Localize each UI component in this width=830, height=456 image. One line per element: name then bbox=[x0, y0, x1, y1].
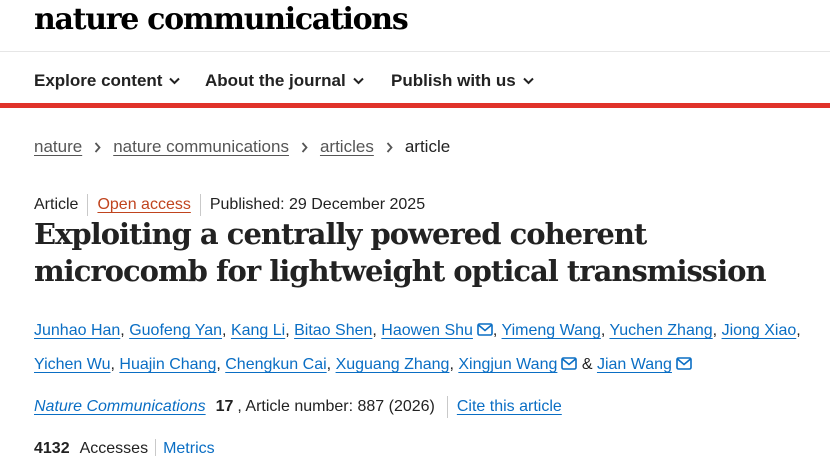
site-logo[interactable]: nature communications bbox=[34, 2, 409, 38]
author-separator: , bbox=[796, 322, 801, 339]
author-link[interactable]: Haowen Shu bbox=[381, 322, 473, 339]
breadcrumb: nature nature communications articles ar… bbox=[34, 136, 450, 158]
cite-this-article-link[interactable]: Cite this article bbox=[457, 396, 562, 418]
author-separator: , bbox=[372, 322, 377, 339]
author-separator: , bbox=[492, 322, 498, 339]
nav-label: About the journal bbox=[205, 71, 346, 90]
divider bbox=[87, 194, 89, 216]
open-access-link[interactable]: Open access bbox=[97, 194, 190, 216]
article-number: , Article number: 887 (2026) bbox=[237, 398, 435, 415]
metrics-link[interactable]: Metrics bbox=[163, 438, 215, 456]
author-link[interactable]: Xingjun Wang bbox=[458, 356, 557, 373]
envelope-icon[interactable] bbox=[561, 357, 578, 370]
chevron-right-icon bbox=[94, 141, 101, 153]
author-list: Junhao Han, Guofeng Yan, Kang Li, Bitao … bbox=[34, 314, 824, 382]
author-link[interactable]: Yichen Wu bbox=[34, 356, 110, 373]
chevron-down-icon bbox=[522, 77, 534, 85]
divider bbox=[446, 396, 448, 418]
article-type: Article bbox=[34, 196, 79, 213]
author-separator: , bbox=[712, 322, 718, 339]
breadcrumb-link-articles[interactable]: articles bbox=[320, 136, 374, 158]
author-link[interactable]: Chengkun Cai bbox=[225, 356, 326, 373]
nav-label: Explore content bbox=[34, 71, 163, 90]
chevron-right-icon bbox=[301, 141, 308, 153]
divider bbox=[199, 194, 201, 216]
nav-publish-with-us[interactable]: Publish with us bbox=[391, 70, 534, 92]
author-separator: , bbox=[222, 322, 227, 339]
envelope-icon[interactable] bbox=[676, 357, 692, 370]
site-header: nature communications bbox=[0, 0, 830, 52]
author-separator: , bbox=[600, 322, 606, 339]
author-link[interactable]: Kang Li bbox=[231, 322, 285, 339]
author-link[interactable]: Yimeng Wang bbox=[502, 322, 601, 339]
article-meta: Article Open access Published: 29 Decemb… bbox=[34, 194, 425, 216]
journal-link[interactable]: Nature Communications bbox=[34, 396, 206, 418]
chevron-down-icon bbox=[169, 77, 181, 85]
breadcrumb-current: article bbox=[404, 137, 451, 156]
author-separator: , bbox=[326, 356, 332, 373]
divider bbox=[155, 439, 157, 456]
author-separator: , bbox=[216, 356, 221, 373]
author-link[interactable]: Jian Wang bbox=[597, 356, 672, 373]
author-link[interactable]: Yuchen Zhang bbox=[609, 322, 712, 339]
breadcrumb-link-nature[interactable]: nature bbox=[34, 136, 82, 158]
author-link[interactable]: Guofeng Yan bbox=[129, 322, 222, 339]
article-metrics: 4132 Accesses Metrics bbox=[34, 438, 215, 456]
author-link[interactable]: Huajin Chang bbox=[119, 356, 216, 373]
chevron-down-icon bbox=[353, 77, 364, 85]
breadcrumb-link-nature-communications[interactable]: nature communications bbox=[113, 136, 289, 158]
envelope-icon[interactable] bbox=[477, 323, 493, 336]
article-title: Exploiting a centrally powered coherent … bbox=[34, 217, 767, 288]
nav-about-the-journal[interactable]: About the journal bbox=[205, 70, 364, 92]
author-link[interactable]: Bitao Shen bbox=[294, 322, 372, 339]
author-separator: , bbox=[110, 356, 115, 373]
author-link[interactable]: Xuguang Zhang bbox=[336, 356, 450, 373]
author-ampersand: & bbox=[581, 356, 593, 373]
chevron-right-icon bbox=[386, 141, 393, 153]
author-separator: , bbox=[449, 356, 454, 373]
nav-explore-content[interactable]: Explore content bbox=[34, 70, 181, 92]
accesses-count: 4132 bbox=[34, 440, 70, 456]
accesses-label: Accesses bbox=[79, 440, 149, 456]
author-separator: , bbox=[120, 322, 125, 339]
main-nav: Explore content About the journal Publis… bbox=[0, 52, 830, 108]
author-separator: , bbox=[285, 322, 290, 339]
published-date: Published: 29 December 2025 bbox=[209, 196, 426, 213]
author-link[interactable]: Junhao Han bbox=[34, 322, 120, 339]
nav-label: Publish with us bbox=[391, 71, 516, 90]
author-link[interactable]: Jiong Xiao bbox=[722, 322, 797, 339]
citation-line: Nature Communications 17 , Article numbe… bbox=[34, 396, 562, 418]
volume-number: 17 bbox=[215, 398, 234, 415]
